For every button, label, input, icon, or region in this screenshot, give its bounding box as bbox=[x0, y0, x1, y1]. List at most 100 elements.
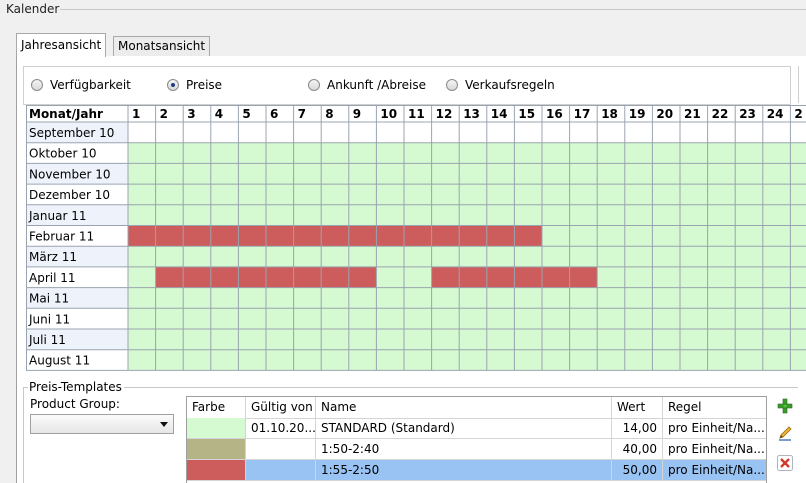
tab-monatsansicht[interactable]: Monatsansicht bbox=[113, 36, 211, 56]
calendar-day-cell[interactable] bbox=[238, 287, 266, 309]
calendar-day-cell[interactable] bbox=[735, 329, 763, 350]
calendar-day-cell[interactable] bbox=[542, 329, 570, 350]
calendar-day-cell[interactable] bbox=[459, 142, 487, 164]
calendar-day-cell[interactable] bbox=[404, 266, 432, 288]
calendar-day-cell[interactable] bbox=[762, 204, 791, 226]
calendar-day-cell[interactable] bbox=[735, 204, 763, 226]
table-row[interactable]: 01.10.20... STANDARD (Standard) 14,00 pr… bbox=[187, 418, 766, 439]
calendar-day-cell[interactable] bbox=[348, 204, 377, 226]
calendar-day-cell[interactable] bbox=[404, 225, 432, 247]
calendar-day-cell[interactable] bbox=[293, 163, 322, 185]
calendar-day-cell[interactable] bbox=[569, 184, 598, 205]
calendar-day-cell[interactable] bbox=[762, 308, 791, 329]
calendar-day-cell[interactable] bbox=[597, 246, 625, 267]
calendar-day-cell[interactable] bbox=[431, 287, 460, 309]
calendar-day-cell[interactable] bbox=[293, 266, 322, 288]
calendar-day-cell[interactable] bbox=[404, 204, 432, 226]
calendar-day-cell[interactable] bbox=[266, 329, 294, 350]
calendar-day-cell[interactable] bbox=[597, 225, 625, 247]
calendar-day-cell[interactable] bbox=[790, 142, 806, 164]
calendar-day-cell[interactable] bbox=[321, 266, 349, 288]
calendar-day-cell[interactable] bbox=[624, 308, 653, 329]
calendar-day-cell[interactable] bbox=[790, 163, 806, 185]
calendar-day-cell[interactable] bbox=[210, 184, 239, 205]
calendar-day-cell[interactable] bbox=[210, 122, 239, 143]
calendar-day-cell[interactable] bbox=[128, 225, 156, 247]
calendar-day-cell[interactable] bbox=[348, 308, 377, 329]
calendar-day-cell[interactable] bbox=[735, 266, 763, 288]
calendar-day-cell[interactable] bbox=[486, 204, 515, 226]
calendar-day-cell[interactable] bbox=[376, 287, 404, 309]
calendar-day-cell[interactable] bbox=[707, 204, 736, 226]
calendar-day-cell[interactable] bbox=[762, 266, 791, 288]
calendar-day-cell[interactable] bbox=[321, 287, 349, 309]
calendar-day-cell[interactable] bbox=[597, 163, 625, 185]
calendar-day-cell[interactable] bbox=[376, 349, 404, 371]
calendar-day-cell[interactable] bbox=[597, 184, 625, 205]
calendar-day-cell[interactable] bbox=[514, 329, 542, 350]
calendar-day-cell[interactable] bbox=[431, 308, 460, 329]
calendar-day-cell[interactable] bbox=[293, 349, 322, 371]
year-calendar-grid[interactable]: Monat/Jahr 1 2 3 4 5 6 7 8 9 10 11 12 13 14 15 16 17 18 19 2… bbox=[26, 105, 806, 371]
calendar-day-cell[interactable] bbox=[680, 142, 708, 164]
calendar-day-cell[interactable] bbox=[183, 266, 211, 288]
calendar-day-cell[interactable] bbox=[431, 163, 460, 185]
calendar-day-cell[interactable] bbox=[652, 163, 680, 185]
calendar-day-cell[interactable] bbox=[652, 266, 680, 288]
calendar-day-cell[interactable] bbox=[404, 246, 432, 267]
calendar-day-cell[interactable] bbox=[293, 225, 322, 247]
calendar-day-cell[interactable] bbox=[210, 163, 239, 185]
calendar-day-cell[interactable] bbox=[735, 163, 763, 185]
calendar-day-cell[interactable] bbox=[762, 142, 791, 164]
calendar-day-cell[interactable] bbox=[486, 122, 515, 143]
calendar-day-cell[interactable] bbox=[790, 349, 806, 371]
calendar-day-cell[interactable] bbox=[762, 246, 791, 267]
calendar-day-cell[interactable] bbox=[514, 287, 542, 309]
calendar-day-cell[interactable] bbox=[183, 225, 211, 247]
calendar-day-cell[interactable] bbox=[210, 204, 239, 226]
calendar-day-cell[interactable] bbox=[376, 266, 404, 288]
edit-template-button[interactable] bbox=[775, 423, 795, 443]
calendar-day-cell[interactable] bbox=[155, 204, 184, 226]
calendar-day-cell[interactable] bbox=[348, 225, 377, 247]
calendar-day-cell[interactable] bbox=[707, 246, 736, 267]
calendar-day-cell[interactable] bbox=[597, 329, 625, 350]
calendar-day-cell[interactable] bbox=[762, 122, 791, 143]
calendar-day-cell[interactable] bbox=[155, 184, 184, 205]
calendar-day-cell[interactable] bbox=[404, 308, 432, 329]
calendar-day-cell[interactable] bbox=[735, 184, 763, 205]
calendar-day-cell[interactable] bbox=[293, 329, 322, 350]
calendar-day-cell[interactable] bbox=[762, 349, 791, 371]
calendar-day-cell[interactable] bbox=[790, 246, 806, 267]
calendar-day-cell[interactable] bbox=[404, 142, 432, 164]
calendar-day-cell[interactable] bbox=[707, 163, 736, 185]
column-header-regel[interactable]: Regel bbox=[663, 397, 766, 418]
calendar-day-cell[interactable] bbox=[128, 329, 156, 350]
radio-verfuegbarkeit[interactable]: Verfügbarkeit bbox=[31, 78, 131, 92]
calendar-day-cell[interactable] bbox=[569, 246, 598, 267]
calendar-day-cell[interactable] bbox=[486, 287, 515, 309]
calendar-day-cell[interactable] bbox=[404, 287, 432, 309]
calendar-day-cell[interactable] bbox=[735, 349, 763, 371]
calendar-day-cell[interactable] bbox=[210, 266, 239, 288]
calendar-day-cell[interactable] bbox=[293, 142, 322, 164]
calendar-day-cell[interactable] bbox=[597, 308, 625, 329]
calendar-day-cell[interactable] bbox=[624, 184, 653, 205]
calendar-day-cell[interactable] bbox=[183, 142, 211, 164]
calendar-day-cell[interactable] bbox=[790, 204, 806, 226]
calendar-day-cell[interactable] bbox=[128, 142, 156, 164]
calendar-day-cell[interactable] bbox=[652, 142, 680, 164]
calendar-day-cell[interactable] bbox=[210, 349, 239, 371]
calendar-day-cell[interactable] bbox=[459, 329, 487, 350]
calendar-day-cell[interactable] bbox=[210, 246, 239, 267]
calendar-day-cell[interactable] bbox=[542, 225, 570, 247]
calendar-day-cell[interactable] bbox=[266, 163, 294, 185]
calendar-day-cell[interactable] bbox=[431, 122, 460, 143]
delete-template-button[interactable] bbox=[775, 453, 795, 473]
calendar-day-cell[interactable] bbox=[569, 225, 598, 247]
column-header-farbe[interactable]: Farbe bbox=[187, 397, 246, 418]
calendar-day-cell[interactable] bbox=[707, 184, 736, 205]
calendar-day-cell[interactable] bbox=[183, 287, 211, 309]
calendar-day-cell[interactable] bbox=[790, 287, 806, 309]
calendar-day-cell[interactable] bbox=[459, 122, 487, 143]
